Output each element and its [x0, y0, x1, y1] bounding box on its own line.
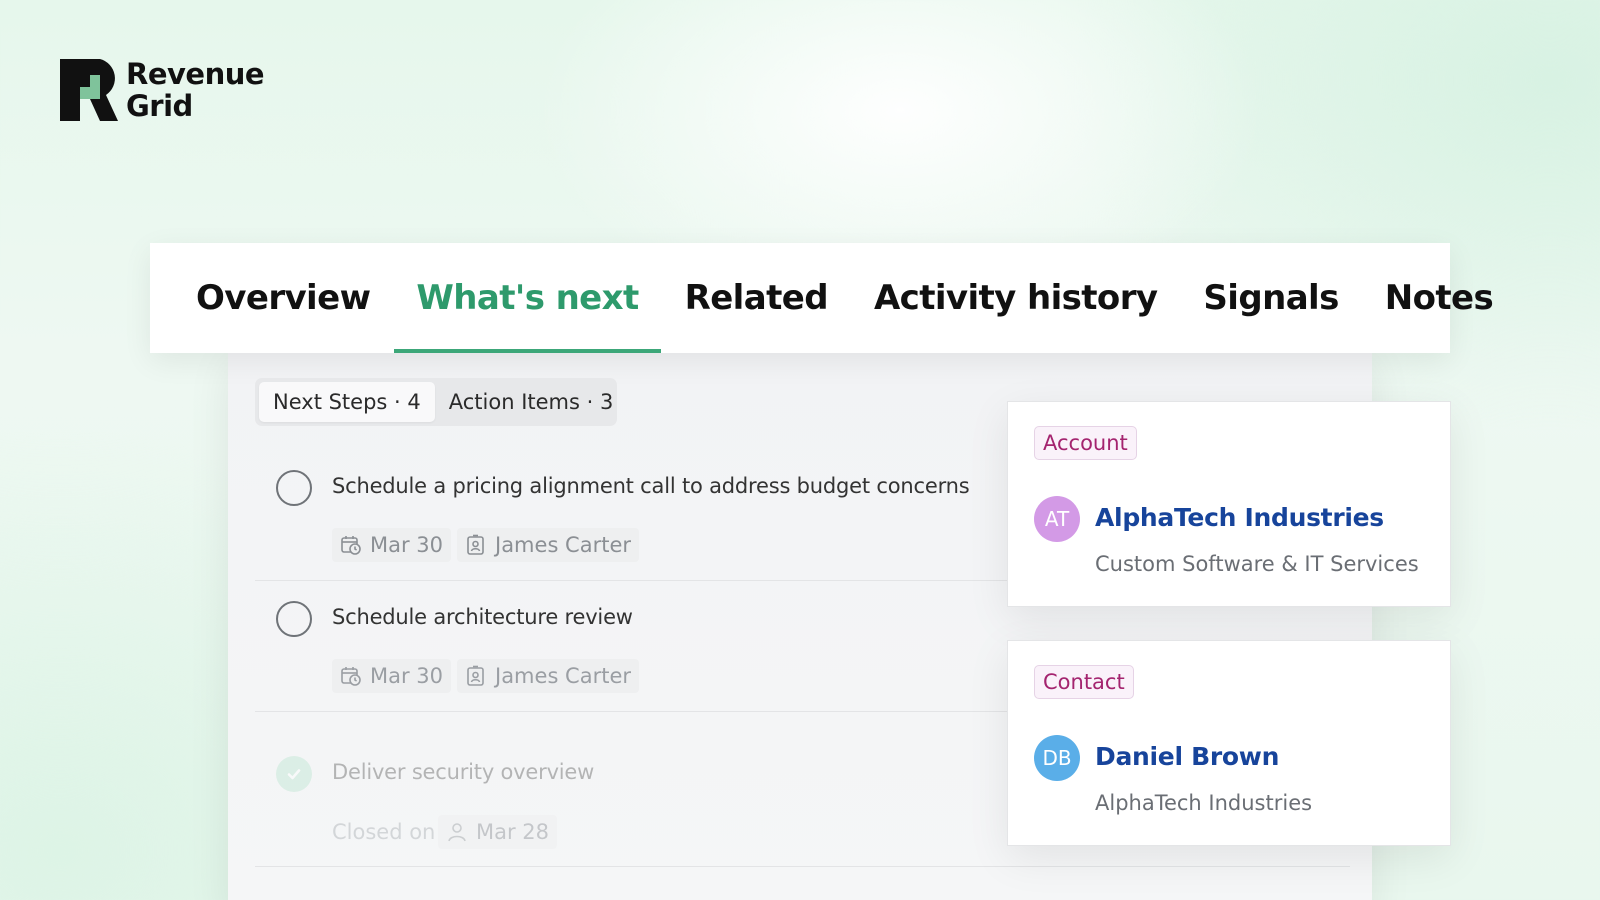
task-date-label: Mar 30 [370, 664, 444, 688]
contact-badge: Contact [1034, 665, 1134, 699]
tab-notes[interactable]: Notes [1385, 243, 1494, 353]
task-date-label: Mar 30 [370, 533, 444, 557]
brand-line-1: Revenue [126, 57, 265, 91]
task-owner-label: James Carter [495, 664, 632, 688]
account-card[interactable]: Account AT AlphaTech Industries Custom S… [1007, 401, 1451, 607]
task-divider [255, 866, 1350, 867]
task-title[interactable]: Deliver security overview [332, 760, 594, 784]
task-checkbox[interactable] [276, 601, 312, 637]
brand-logo: Revenue Grid [60, 57, 265, 123]
account-badge: Account [1034, 426, 1137, 460]
contact-badge-icon [467, 534, 484, 555]
account-industry: Custom Software & IT Services [1095, 552, 1419, 576]
task-divider [255, 580, 1015, 581]
task-checkbox[interactable] [276, 470, 312, 506]
task-closed-label: Closed on [332, 815, 443, 849]
task-due-date: Mar 30 [332, 659, 452, 693]
task-closed-date: Mar 28 [438, 815, 558, 849]
segment-action-items[interactable]: Action Items · 3 [435, 382, 628, 422]
task-due-date: Mar 30 [332, 528, 452, 562]
account-name-link[interactable]: AlphaTech Industries [1095, 503, 1384, 532]
contact-name-link[interactable]: Daniel Brown [1095, 742, 1279, 771]
task-owner: James Carter [457, 659, 640, 693]
task-owner: James Carter [457, 528, 640, 562]
tab-overview[interactable]: Overview [196, 243, 371, 353]
revenue-grid-logo-icon [60, 59, 120, 121]
task-title[interactable]: Schedule a pricing alignment call to add… [332, 474, 970, 498]
record-tab-bar: Overview What's next Related Activity hi… [150, 243, 1494, 353]
tab-whats-next[interactable]: What's next [394, 243, 661, 353]
tab-related[interactable]: Related [685, 243, 829, 353]
task-date-label: Mar 28 [476, 820, 550, 844]
brand-line-2: Grid [126, 89, 193, 123]
segment-next-steps[interactable]: Next Steps · 4 [259, 382, 435, 422]
user-icon [448, 823, 466, 842]
task-title[interactable]: Schedule architecture review [332, 605, 633, 629]
task-divider [255, 711, 1015, 712]
checkmark-icon [287, 769, 301, 780]
task-owner-label: James Carter [495, 533, 632, 557]
steps-segment-control: Next Steps · 4 Action Items · 3 [255, 378, 617, 426]
task-checkbox-checked[interactable] [276, 756, 312, 792]
contact-badge-icon [467, 665, 484, 686]
tab-signals[interactable]: Signals [1203, 243, 1339, 353]
closed-on-label: Closed on [332, 820, 436, 844]
calendar-clock-icon [341, 536, 361, 555]
contact-card[interactable]: Contact DB Daniel Brown AlphaTech Indust… [1007, 640, 1451, 846]
contact-company: AlphaTech Industries [1095, 791, 1313, 815]
brand-name: Revenue Grid [126, 57, 265, 123]
calendar-clock-icon [341, 667, 361, 686]
tab-activity-history[interactable]: Activity history [874, 243, 1158, 353]
contact-avatar: DB [1034, 735, 1080, 781]
account-avatar: AT [1034, 496, 1080, 542]
